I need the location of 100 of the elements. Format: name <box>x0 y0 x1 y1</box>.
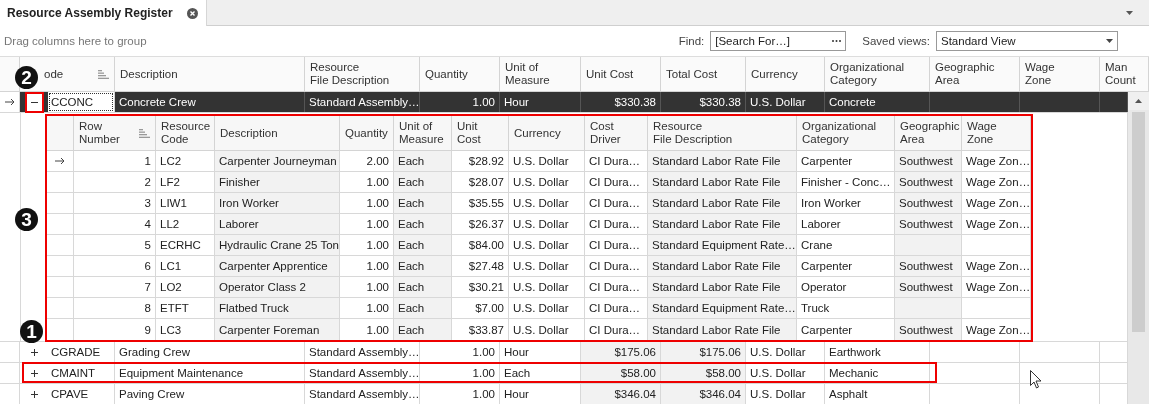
column-header[interactable]: Resource File Description <box>310 61 390 87</box>
table-cell: Finisher <box>215 172 340 192</box>
table-cell: U.S. Dollar <box>509 193 585 213</box>
table-cell: Wage Zon… <box>962 151 1031 171</box>
callout-number: 3 <box>15 208 38 231</box>
table-cell: Southwest <box>895 151 962 171</box>
column-header[interactable]: Unit Cost <box>586 67 634 81</box>
table-cell: Paving Crew <box>115 384 305 404</box>
table-cell: Wage Zon… <box>962 277 1031 297</box>
table-cell: Standard Labor Rate File <box>648 151 797 171</box>
table-cell: Standard Labor Rate File <box>648 214 797 234</box>
table-cell: 1.00 <box>420 92 500 112</box>
table-cell: Standard Labor Rate File <box>648 277 797 297</box>
column-header[interactable]: Row Number <box>79 120 120 146</box>
table-cell: Standard Labor Rate File <box>648 256 797 276</box>
column-header[interactable]: Cost Driver <box>590 120 621 146</box>
table-cell: Standard Assembly… <box>305 363 420 383</box>
column-header[interactable]: Wage Zone <box>1025 61 1055 87</box>
table-cell: Earthwork <box>825 342 930 362</box>
table-cell: Carpenter Apprentice <box>215 256 340 276</box>
table-cell: $346.04 <box>581 384 661 404</box>
table-cell: Standard Equipment Rate… <box>648 235 797 255</box>
table-cell: U.S. Dollar <box>746 363 825 383</box>
column-header[interactable]: Currency <box>751 67 798 81</box>
table-cell: Southwest <box>895 214 962 234</box>
table-cell: 2 <box>74 172 156 192</box>
table-cell: U.S. Dollar <box>509 172 585 192</box>
table-cell: $175.06 <box>661 342 746 362</box>
column-header[interactable]: Unit of Measure <box>399 120 444 146</box>
column-header[interactable]: Currency <box>514 126 561 140</box>
table-cell: Each <box>394 214 452 234</box>
table-row[interactable]: CMAINT Equipment Maintenance Standard Assembly… 1.00 Each $58.00 $58.00 U.S. Dollar Mechanic <box>0 363 1128 384</box>
table-cell: $28.07 <box>452 172 509 192</box>
table-cell: Southwest <box>895 277 962 297</box>
table-cell: Standard Labor Rate File <box>648 172 797 192</box>
column-header[interactable]: Wage Zone <box>967 120 997 146</box>
table-cell: Southwest <box>895 193 962 213</box>
find-label: Find: <box>678 35 705 47</box>
table-cell: $30.21 <box>452 277 509 297</box>
table-cell: U.S. Dollar <box>509 277 585 297</box>
table-cell: 7 <box>74 277 156 297</box>
table-cell: Southwest <box>895 256 962 276</box>
table-cell: $35.55 <box>452 193 509 213</box>
column-header[interactable]: Organizational Category <box>830 61 905 87</box>
table-cell: Mechanic <box>825 363 930 383</box>
column-header[interactable]: Quantity <box>425 67 468 81</box>
column-header[interactable]: Description <box>220 126 278 140</box>
table-cell: 4 <box>74 214 156 234</box>
table-cell: Standard Labor Rate File <box>648 319 797 340</box>
table-cell: Hydraulic Crane 25 Ton <box>215 235 340 255</box>
table-cell: Each <box>394 193 452 213</box>
table-cell: 9 <box>74 319 156 340</box>
table-cell: 1 <box>74 151 156 171</box>
column-header[interactable]: Total Cost <box>666 67 718 81</box>
table-cell: Standard Labor Rate File <box>648 193 797 213</box>
column-header[interactable]: Description <box>120 67 178 81</box>
table-cell: Standard Assembly… <box>305 384 420 404</box>
table-cell: Operator Class 2 <box>215 277 340 297</box>
column-header[interactable]: Geographic Area <box>900 120 960 146</box>
table-cell: Flatbed Truck <box>215 298 340 318</box>
column-header[interactable]: Resource Code <box>161 120 211 146</box>
column-header[interactable]: Unit Cost <box>457 120 503 146</box>
table-cell: Asphalt <box>825 384 930 404</box>
table-cell: Each <box>394 172 452 192</box>
table-cell: Southwest <box>895 319 962 340</box>
saved-views-label: Saved views: <box>862 35 930 47</box>
table-cell-text: CPAVE <box>50 387 90 402</box>
table-cell: 3 <box>74 193 156 213</box>
table-cell: $33.87 <box>452 319 509 340</box>
saved-views-dropdown[interactable]: Standard View <box>936 31 1118 51</box>
table-row[interactable]: CGRADE Grading Crew Standard Assembly… 1.00 Hour $175.06 $175.06 U.S. Dollar Earthwork <box>0 342 1128 363</box>
table-cell: $27.48 <box>452 256 509 276</box>
table-cell: $7.00 <box>452 298 509 318</box>
table-cell: 1.00 <box>420 342 500 362</box>
document-tab[interactable]: Resource Assembly Register <box>0 0 207 26</box>
table-cell: Grading Crew <box>115 342 305 362</box>
table-cell: Wage Zon… <box>962 214 1031 234</box>
column-header[interactable]: Resource File Description <box>653 120 733 146</box>
search-field[interactable]: [Search For…] <box>710 31 847 51</box>
table-cell: 5 <box>74 235 156 255</box>
table-cell: Carpenter Foreman <box>215 319 340 340</box>
table-cell: $84.00 <box>452 235 509 255</box>
column-header[interactable]: Geographic Area <box>935 61 995 87</box>
table-cell: Equipment Maintenance <box>115 363 305 383</box>
column-header[interactable]: ode <box>44 67 64 81</box>
table-cell: U.S. Dollar <box>746 92 825 112</box>
table-cell: Carpenter Journeyman <box>215 151 340 171</box>
table-cell-text: CGRADE <box>50 345 102 360</box>
column-header[interactable]: Unit of Measure <box>505 61 550 87</box>
column-header[interactable]: Man Count <box>1105 61 1136 87</box>
table-cell: Each <box>394 277 452 297</box>
table-cell: Concrete <box>825 92 930 112</box>
column-header[interactable]: Quantity <box>345 126 388 140</box>
table-cell: Each <box>394 319 452 340</box>
column-header[interactable]: Organizational Category <box>802 120 877 146</box>
selected-row[interactable]: CCONC Concrete Crew Standard Assembly… 1.00 Hour $330.38 $330.38 U.S. Dollar Concrete <box>0 92 1128 113</box>
table-cell: U.S. Dollar <box>746 342 825 362</box>
table-cell-text: CMAINT <box>50 366 97 381</box>
table-cell: U.S. Dollar <box>509 256 585 276</box>
table-cell: $346.04 <box>661 384 746 404</box>
